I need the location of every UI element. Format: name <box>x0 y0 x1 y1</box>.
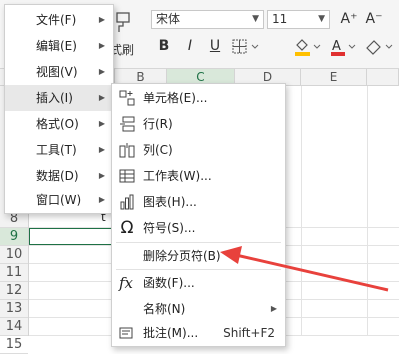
row-header[interactable]: 11 <box>0 264 28 282</box>
italic-button[interactable]: I <box>181 36 199 56</box>
menu-item-view[interactable]: 视图(V) ▶ <box>5 59 113 85</box>
borders-button[interactable] <box>232 39 262 55</box>
chevron-down-icon: ▼ <box>318 14 325 24</box>
chevron-down-icon: ▼ <box>252 14 259 24</box>
insert-submenu: 单元格(E)... 行(R) 列(C) 工作表(W)... 图表(H)... Ω… <box>111 83 286 347</box>
font-size-select[interactable]: 11 ▼ <box>267 10 330 29</box>
underline-button[interactable]: U <box>206 36 224 56</box>
insert-row-icon <box>119 116 135 132</box>
fill-color-button[interactable] <box>293 37 323 57</box>
insert-cells-icon <box>119 90 135 106</box>
clear-format-button[interactable] <box>364 37 396 57</box>
chart-icon <box>119 194 135 210</box>
svg-text:A: A <box>332 39 341 54</box>
menu-item-insert-worksheet[interactable]: 工作表(W)... <box>112 163 285 189</box>
font-color-button[interactable]: A <box>329 37 359 57</box>
menu-item-insert-symbol[interactable]: Ω 符号(S)... <box>112 215 285 241</box>
fill-color-swatch <box>295 52 310 56</box>
eraser-icon <box>366 40 393 55</box>
menu-item-tools[interactable]: 工具(T) ▶ <box>5 137 113 163</box>
chevron-right-icon: ▶ <box>98 119 105 128</box>
active-cell[interactable] <box>29 228 117 245</box>
menu-item-insert-chart[interactable]: 图表(H)... <box>112 189 285 215</box>
column-header-e[interactable]: E <box>301 69 367 85</box>
chevron-right-icon: ▶ <box>98 93 105 102</box>
chevron-right-icon: ▶ <box>98 171 105 180</box>
insert-column-icon <box>119 142 135 158</box>
row-header[interactable]: 15 <box>0 336 28 354</box>
decrease-font-size-button[interactable]: A⁻ <box>363 9 385 29</box>
menu-item-data[interactable]: 数据(D) ▶ <box>5 163 113 189</box>
menu-item-insert-cells[interactable]: 单元格(E)... <box>112 85 285 111</box>
menu-item-format[interactable]: 格式(O) ▶ <box>5 111 113 137</box>
borders-icon <box>232 39 259 54</box>
menu-item-insert[interactable]: 插入(I) ▶ <box>5 85 113 111</box>
increase-font-size-button[interactable]: A⁺ <box>338 9 360 29</box>
annotation-arrow <box>220 246 389 292</box>
row-header[interactable]: 9 <box>0 228 28 246</box>
comment-icon <box>119 325 135 341</box>
chevron-right-icon: ▶ <box>98 145 105 154</box>
menu-item-window[interactable]: 窗口(W) ▶ <box>5 187 113 213</box>
menu-item-insert-column[interactable]: 列(C) <box>112 137 285 163</box>
paint-bucket-icon <box>295 39 321 56</box>
row-header[interactable]: 12 <box>0 282 28 300</box>
chevron-right-icon: ▶ <box>98 195 105 204</box>
menu-item-file[interactable]: 文件(F) ▶ <box>5 7 113 33</box>
main-menu: 文件(F) ▶ 编辑(E) ▶ 视图(V) ▶ 插入(I) ▶ 格式(O) ▶ … <box>4 4 114 214</box>
chevron-right-icon: ▶ <box>98 67 105 76</box>
font-color-icon: A <box>331 39 356 56</box>
menu-item-edit[interactable]: 编辑(E) ▶ <box>5 33 113 59</box>
font-name-select[interactable]: 宋体 ▼ <box>151 10 264 29</box>
chevron-right-icon: ▶ <box>98 15 105 24</box>
row-header[interactable]: 10 <box>0 246 28 264</box>
shortcut-text: Shift+F2 <box>223 326 275 340</box>
worksheet-icon <box>119 168 135 184</box>
function-icon: fx <box>119 274 134 292</box>
row-header[interactable]: 14 <box>0 318 28 336</box>
row-header[interactable]: 13 <box>0 300 28 318</box>
omega-symbol-icon: Ω <box>120 218 134 238</box>
menu-item-insert-row[interactable]: 行(R) <box>112 111 285 137</box>
bold-button[interactable]: B <box>155 36 173 56</box>
chevron-right-icon: ▶ <box>98 41 105 50</box>
font-size-value: 11 <box>272 12 288 26</box>
font-name-value: 宋体 <box>156 12 181 26</box>
menu-item-insert-comment[interactable]: 批注(M)... Shift+F2 <box>112 320 285 346</box>
